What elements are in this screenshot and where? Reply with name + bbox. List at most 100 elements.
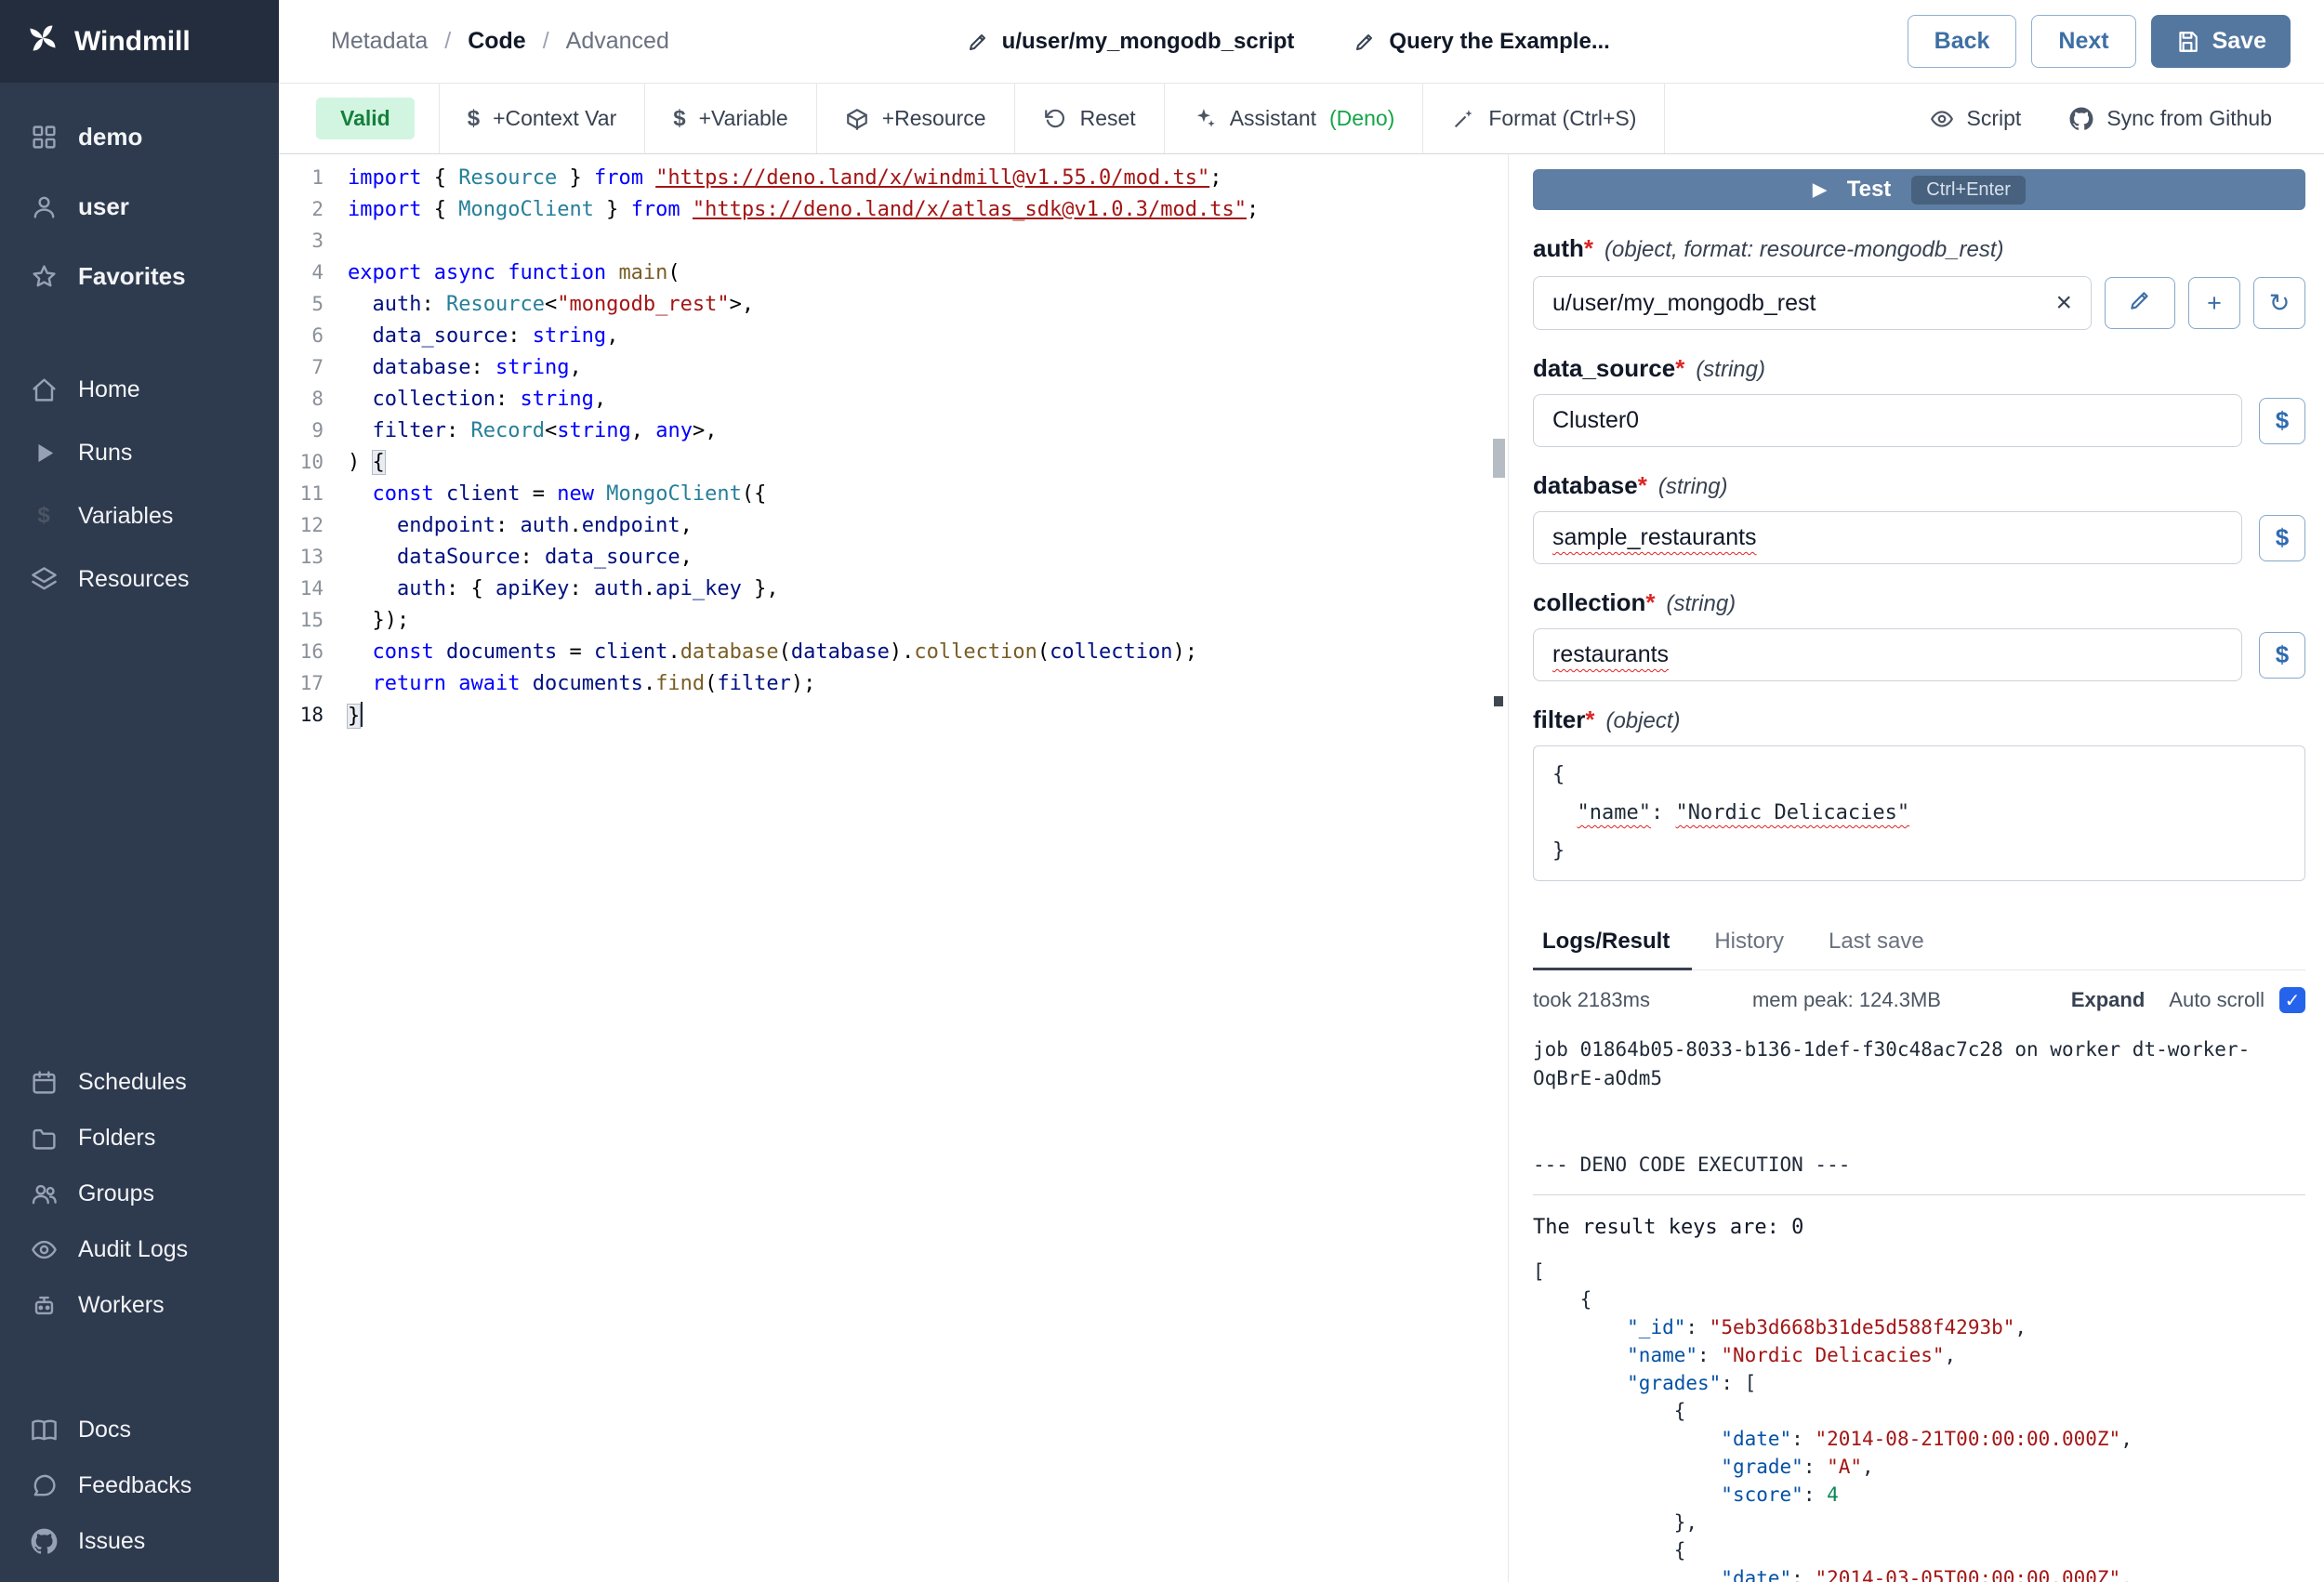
- result-json-line: "name": "Nordic Delicacies",: [1533, 1341, 2305, 1369]
- workspace-logo[interactable]: Windmill: [0, 0, 279, 83]
- assistant-language: (Deno): [1329, 106, 1394, 131]
- collection-input[interactable]: restaurants: [1533, 628, 2242, 681]
- scrollbar-thumb[interactable]: [1493, 439, 1505, 478]
- line-number: 8: [279, 388, 324, 410]
- data_source-insert-variable-button[interactable]: $: [2259, 398, 2305, 444]
- save-button[interactable]: Save: [2151, 15, 2291, 68]
- edit-resource-button[interactable]: [2105, 277, 2175, 329]
- sidebar-item-issues[interactable]: Issues: [0, 1513, 279, 1569]
- sidebar-item-label: Workers: [78, 1292, 165, 1319]
- code-line-3: 3: [279, 225, 1508, 257]
- log-line: --- DENO CODE EXECUTION ---: [1533, 1151, 2305, 1180]
- line-number: 16: [279, 640, 324, 663]
- breadcrumb-separator: /: [444, 28, 451, 55]
- code-line-11: 11 const client = new MongoClient({: [279, 478, 1508, 509]
- result-json: [ { "_id": "5eb3d668b31de5d588f4293b", "…: [1533, 1258, 2305, 1582]
- star-icon: [28, 263, 59, 290]
- memory-label: mem peak: 124.3MB: [1752, 988, 1941, 1012]
- sidebar-item-feedbacks[interactable]: Feedbacks: [0, 1457, 279, 1513]
- auth-resource-input[interactable]: u/user/my_mongodb_rest ×: [1533, 276, 2092, 330]
- sidebar-item-demo[interactable]: demo: [0, 102, 279, 172]
- pencil-icon: [967, 31, 989, 53]
- sidebar-item-docs[interactable]: Docs: [0, 1402, 279, 1457]
- required-asterisk: *: [1585, 705, 1594, 733]
- breadcrumb-code[interactable]: Code: [468, 28, 526, 55]
- dollar-icon: $: [468, 106, 480, 132]
- toolbar-reset-button[interactable]: Reset: [1014, 84, 1164, 153]
- tab-logs-result[interactable]: Logs/Result: [1533, 916, 1692, 970]
- breadcrumb-advanced[interactable]: Advanced: [566, 28, 669, 55]
- script-path: u/user/my_mongodb_script: [1002, 29, 1295, 55]
- database-input[interactable]: sample_restaurants: [1533, 511, 2242, 564]
- add-resource-button[interactable]: +: [2188, 277, 2240, 329]
- toolbar-variable-button[interactable]: $+Variable: [644, 84, 815, 153]
- field-database-label: database*(string): [1533, 471, 2305, 500]
- line-number: 7: [279, 356, 324, 378]
- code-line-14: 14 auth: { apiKey: auth.api_key },: [279, 573, 1508, 604]
- breadcrumb-metadata[interactable]: Metadata: [331, 28, 428, 55]
- toolbar-button-label: Script: [1967, 106, 2022, 131]
- sidebar-item-label: Schedules: [78, 1069, 187, 1096]
- toolbar-resource-button[interactable]: +Resource: [816, 84, 1014, 153]
- result-json-line: [: [1533, 1258, 2305, 1285]
- data_source-input[interactable]: Cluster0: [1533, 394, 2242, 447]
- sidebar-item-runs[interactable]: Runs: [0, 421, 279, 484]
- test-button[interactable]: ▶ Test Ctrl+Enter: [1533, 169, 2305, 210]
- sidebar-item-label: Feedbacks: [78, 1472, 191, 1499]
- refresh-resource-button[interactable]: ↻: [2253, 277, 2305, 329]
- code-line-15: 15 });: [279, 604, 1508, 636]
- eye-icon: [1930, 107, 1954, 131]
- sidebar-item-home[interactable]: Home: [0, 358, 279, 421]
- code-line-9: 9 filter: Record<string, any>,: [279, 415, 1508, 446]
- sidebar-item-label: Audit Logs: [78, 1236, 188, 1263]
- toolbar-sync-from-github-button[interactable]: Sync from Github: [2045, 84, 2296, 153]
- toolbar-format-ctrl-s-button[interactable]: Format (Ctrl+S): [1422, 84, 1665, 153]
- sidebar-item-audit-logs[interactable]: Audit Logs: [0, 1221, 279, 1277]
- required-asterisk: *: [1638, 471, 1647, 499]
- line-number: 13: [279, 546, 324, 568]
- field-database: database*(string) sample_restaurants $: [1533, 471, 2305, 564]
- line-number: 14: [279, 577, 324, 600]
- toolbar-script-button[interactable]: Script: [1906, 84, 2046, 153]
- tab-last-save[interactable]: Last save: [1806, 916, 1947, 969]
- sidebar-item-groups[interactable]: Groups: [0, 1166, 279, 1221]
- script-path-edit[interactable]: u/user/my_mongodb_script: [967, 29, 1295, 55]
- next-button[interactable]: Next: [2031, 15, 2135, 68]
- collection-insert-variable-button[interactable]: $: [2259, 632, 2305, 679]
- tab-history[interactable]: History: [1692, 916, 1806, 969]
- expand-button[interactable]: Expand: [2071, 988, 2145, 1012]
- result-json-line: {: [1533, 1536, 2305, 1564]
- sidebar-item-favorites[interactable]: Favorites: [0, 242, 279, 311]
- package-icon: [845, 107, 869, 131]
- chat-icon: [28, 1472, 59, 1499]
- sidebar-item-schedules[interactable]: Schedules: [0, 1054, 279, 1110]
- result-tabs: Logs/ResultHistoryLast save: [1533, 916, 2305, 970]
- sidebar-item-resources[interactable]: Resources: [0, 547, 279, 611]
- clear-icon[interactable]: ×: [2055, 289, 2072, 317]
- sidebar-item-label: demo: [78, 123, 142, 152]
- editor-scrollbar[interactable]: [1489, 154, 1508, 1582]
- field-filter-label: filter*(object): [1533, 705, 2305, 734]
- script-summary-edit[interactable]: Query the Example...: [1353, 29, 1609, 55]
- sidebar-item-folders[interactable]: Folders: [0, 1110, 279, 1166]
- database-value: sample_restaurants: [1552, 524, 1757, 551]
- back-button[interactable]: Back: [1908, 15, 2017, 68]
- sidebar-item-variables[interactable]: $Variables: [0, 484, 279, 547]
- sidebar-item-user[interactable]: user: [0, 172, 279, 242]
- required-asterisk: *: [1645, 588, 1655, 616]
- reset-icon: [1043, 107, 1067, 131]
- line-number: 10: [279, 451, 324, 473]
- code-line-10: 10) {: [279, 446, 1508, 478]
- autoscroll-checkbox[interactable]: ✓: [2279, 987, 2305, 1013]
- valid-badge: Valid: [316, 98, 415, 139]
- toolbar-context-var-button[interactable]: $+Context Var: [439, 84, 645, 153]
- robot-icon: [28, 1292, 59, 1319]
- code-editor[interactable]: 1import { Resource } from "https://deno.…: [279, 154, 1509, 1582]
- filter-json-editor[interactable]: { "name": "Nordic Delicacies"}: [1533, 745, 2305, 881]
- auth-resource-value: u/user/my_mongodb_rest: [1552, 290, 1816, 317]
- sidebar-item-workers[interactable]: Workers: [0, 1277, 279, 1333]
- result-summary: The result keys are: 0: [1533, 1216, 2305, 1239]
- play-icon: [28, 440, 59, 467]
- database-insert-variable-button[interactable]: $: [2259, 515, 2305, 561]
- toolbar-assistant-button[interactable]: Assistant(Deno): [1164, 84, 1423, 153]
